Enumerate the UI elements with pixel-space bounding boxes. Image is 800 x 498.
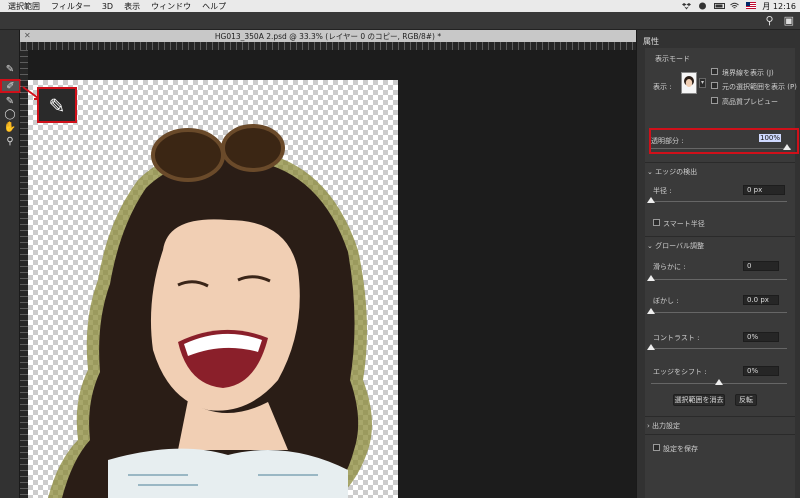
tool-strip: ✎ ✐ ✎ ◯ ✋ ⚲	[0, 30, 21, 498]
opacity-slider[interactable]	[651, 148, 791, 149]
shift-edge-label: エッジをシフト :	[653, 368, 707, 376]
save-settings-label: 設定を保存	[663, 445, 698, 453]
horizontal-ruler	[20, 42, 636, 50]
menu-filter[interactable]: フィルター	[51, 1, 91, 12]
menu-select[interactable]: 選択範囲	[8, 1, 40, 12]
panel-title: 属性	[643, 37, 659, 46]
properties-panel: 属性 表示モード 表示 : ▾ 境界線を表示 (J) 元の選択範囲を表示 (P)…	[636, 30, 800, 498]
smooth-field[interactable]: 0	[743, 261, 779, 271]
panel-body: 表示モード 表示 : ▾ 境界線を表示 (J) 元の選択範囲を表示 (P) 高品…	[645, 48, 799, 498]
contrast-field[interactable]: 0%	[743, 332, 779, 342]
global-adjust-header[interactable]: ⌄ グローバル調整	[647, 241, 704, 251]
show-original-checkbox[interactable]	[711, 82, 718, 89]
document-title: HG013_350A 2.psd @ 33.3% (レイヤー 0 のコピー, R…	[214, 31, 442, 41]
feather-label: ぼかし :	[653, 297, 679, 305]
canvas-area[interactable]	[28, 50, 636, 498]
chevron-down-icon: ⌄	[647, 242, 656, 250]
quick-selection-icon[interactable]: ✎	[3, 64, 17, 76]
hand-icon[interactable]: ✋	[3, 122, 17, 134]
radius-slider-thumb[interactable]	[647, 197, 655, 203]
brush-icon[interactable]: ✎	[3, 96, 17, 108]
shift-edge-field[interactable]: 0%	[743, 366, 779, 376]
contrast-slider-thumb[interactable]	[647, 344, 655, 350]
high-quality-preview-checkbox[interactable]	[711, 97, 718, 104]
menu-tray: 月 12:16	[682, 0, 796, 12]
refine-tool-callout: ✎	[37, 87, 77, 123]
clear-selection-button[interactable]: 選択範囲を消去	[673, 394, 725, 406]
view-mode-dropdown[interactable]: ▾	[699, 78, 706, 88]
menu-help[interactable]: ヘルプ	[202, 1, 226, 12]
lasso-icon[interactable]: ◯	[3, 109, 17, 121]
clock[interactable]: 月 12:16	[762, 1, 796, 12]
contrast-label: コントラスト :	[653, 334, 700, 342]
show-edge-checkbox[interactable]	[711, 68, 718, 75]
refine-radius-brush-icon: ✎	[48, 94, 66, 118]
chevron-down-icon: ⌄	[647, 168, 656, 176]
vertical-ruler	[20, 50, 28, 498]
smooth-label: 滑らかに :	[653, 263, 686, 271]
show-original-label: 元の選択範囲を表示 (P)	[722, 83, 797, 91]
feather-slider-thumb[interactable]	[647, 308, 655, 314]
radius-field[interactable]: 0 px	[743, 185, 785, 195]
creative-cloud-icon[interactable]	[698, 2, 707, 10]
output-settings-header[interactable]: › 出力設定	[647, 421, 680, 431]
edge-detection-header[interactable]: ⌄ エッジの検出	[647, 167, 697, 177]
radius-slider[interactable]	[651, 201, 787, 202]
workspace-icon[interactable]: ▣	[784, 15, 794, 27]
display-label: 表示 :	[653, 83, 672, 91]
shift-edge-slider-thumb[interactable]	[715, 379, 723, 385]
smooth-slider-thumb[interactable]	[647, 275, 655, 281]
opacity-value[interactable]: 100%	[759, 134, 782, 142]
invert-button[interactable]: 反転	[735, 394, 757, 406]
close-icon[interactable]: ✕	[24, 32, 32, 40]
radius-label: 半径 :	[653, 187, 672, 195]
wifi-icon[interactable]	[730, 2, 740, 10]
view-mode-thumbnail[interactable]	[681, 72, 697, 94]
smart-radius-label: スマート半径	[663, 220, 705, 228]
opacity-label: 透明部分 :	[651, 137, 684, 145]
refine-radius-tool-icon[interactable]: ✐	[0, 79, 21, 93]
menu-bar: 選択範囲 フィルター 3D 表示 ウィンドウ ヘルプ 月 12:16	[0, 0, 800, 12]
feather-slider[interactable]	[651, 312, 787, 313]
document-tab[interactable]: ✕ HG013_350A 2.psd @ 33.3% (レイヤー 0 のコピー,…	[20, 30, 636, 42]
high-quality-preview-label: 高品質プレビュー	[722, 98, 778, 106]
flag-icon[interactable]	[746, 2, 757, 10]
zoom-icon[interactable]: ⚲	[3, 136, 17, 148]
contrast-slider[interactable]	[651, 348, 787, 349]
search-icon[interactable]: ⚲	[766, 15, 774, 27]
view-mode-label: 表示モード	[655, 55, 690, 63]
smart-radius-checkbox[interactable]	[653, 219, 660, 226]
battery-icon[interactable]	[714, 2, 726, 10]
menu-view[interactable]: 表示	[124, 1, 140, 12]
menu-3d[interactable]: 3D	[102, 2, 113, 11]
options-bar: ⚲ ▣	[0, 12, 800, 30]
save-settings-checkbox[interactable]	[653, 444, 660, 451]
show-edge-label: 境界線を表示 (J)	[722, 69, 774, 77]
menu-window[interactable]: ウィンドウ	[151, 1, 191, 12]
photo-subject	[48, 124, 372, 498]
feather-field[interactable]: 0.0 px	[743, 295, 779, 305]
opacity-slider-thumb[interactable]	[783, 144, 791, 150]
smooth-slider[interactable]	[651, 279, 787, 280]
dropbox-icon[interactable]	[682, 2, 692, 10]
document-canvas[interactable]	[28, 80, 398, 498]
